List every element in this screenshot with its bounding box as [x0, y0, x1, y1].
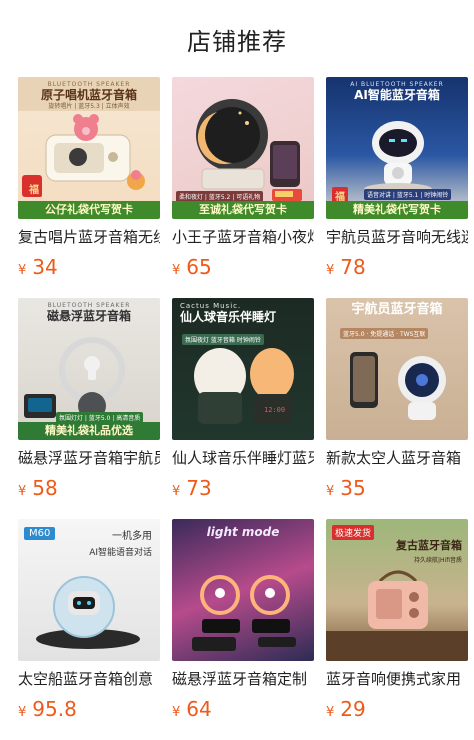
product-price: ¥29: [326, 697, 366, 721]
product-card[interactable]: 极速发货 复古蓝牙音箱 持久续航|Hifi音质 蓝牙音响便携式家用 ¥29: [326, 519, 468, 740]
product-image[interactable]: Cactus Music. 仙人球音乐伴睡灯 氛围夜灯 蓝牙音箱 时钟闹铃 12…: [172, 298, 314, 440]
product-name[interactable]: 磁悬浮蓝牙音箱宇航员: [18, 448, 160, 468]
cactus-lamp-illustration: 12:00: [194, 348, 294, 424]
svg-text:12:00: 12:00: [264, 406, 285, 414]
product-card[interactable]: BLUETOOTH SPEAKER 磁悬浮蓝牙音箱 氛围灯灯 | 蓝牙5.0 |…: [18, 298, 160, 519]
promo-ribbon: 精美礼袋代写贺卡: [326, 201, 468, 219]
product-price: ¥34: [18, 255, 58, 279]
product-name[interactable]: 小王子蓝牙音箱小夜灯: [172, 227, 314, 247]
product-price: ¥73: [172, 476, 212, 500]
product-card[interactable]: Cactus Music. 仙人球音乐伴睡灯 氛围夜灯 蓝牙音箱 时钟闹铃 12…: [172, 298, 314, 519]
product-card[interactable]: light mode 磁悬浮蓝牙音箱定制 ¥64: [172, 519, 314, 740]
product-name[interactable]: 仙人球音乐伴睡灯蓝牙: [172, 448, 314, 468]
product-price: ¥95.8: [18, 697, 77, 721]
fu-badge: 福: [26, 180, 42, 197]
product-card[interactable]: 柔和夜灯 | 蓝牙5.2 | 可语礼物 至诚礼袋代写贺卡 小王子蓝牙音箱小夜灯 …: [172, 77, 314, 298]
product-image[interactable]: BLUETOOTH SPEAKER 原子唱机蓝牙音箱 旋转唱片 | 蓝牙5.3 …: [18, 77, 160, 219]
product-price: ¥35: [326, 476, 366, 500]
product-name[interactable]: 宇航员蓝牙音响无线迷: [326, 227, 468, 247]
retro-speaker-illustration: [326, 570, 468, 661]
product-image[interactable]: 柔和夜灯 | 蓝牙5.2 | 可语礼物 至诚礼袋代写贺卡: [172, 77, 314, 219]
product-card[interactable]: BLUETOOTH SPEAKER 原子唱机蓝牙音箱 旋转唱片 | 蓝牙5.3 …: [18, 77, 160, 298]
product-name[interactable]: 太空船蓝牙音箱创意: [18, 669, 160, 689]
product-image[interactable]: M60 一机多用 AI智能语音对话: [18, 519, 160, 661]
shop-recommend-page: 店铺推荐 BLUETOOTH SPEAKER 原子唱机蓝牙音箱 旋转唱片 | 蓝…: [0, 0, 474, 739]
astronaut-phone-illustration: [350, 352, 446, 420]
product-image[interactable]: 极速发货 复古蓝牙音箱 持久续航|Hifi音质: [326, 519, 468, 661]
spaceship-speaker-illustration: [36, 576, 140, 649]
product-price: ¥64: [172, 697, 212, 721]
product-name[interactable]: 新款太空人蓝牙音箱: [326, 448, 468, 468]
product-image[interactable]: 宇航员蓝牙音箱 蓝牙5.0 · 免提通话 · TWS互联: [326, 298, 468, 440]
product-price: ¥65: [172, 255, 212, 279]
feature-tags: 语音对讲 | 蓝牙5.1 | 时钟闹铃: [364, 189, 452, 200]
product-image[interactable]: AI BLUETOOTH SPEAKER AI智能蓝牙音箱 语音对讲 | 蓝牙5…: [326, 77, 468, 219]
promo-ribbon: 精美礼袋礼品优选: [18, 422, 160, 440]
product-image[interactable]: light mode: [172, 519, 314, 661]
product-grid: BLUETOOTH SPEAKER 原子唱机蓝牙音箱 旋转唱片 | 蓝牙5.3 …: [18, 77, 468, 740]
product-name[interactable]: 复古唱片蓝牙音箱无线: [18, 227, 160, 247]
record-player-illustration: [22, 114, 145, 197]
product-name[interactable]: 磁悬浮蓝牙音箱定制: [172, 669, 314, 689]
product-card[interactable]: M60 一机多用 AI智能语音对话 太空船蓝牙音箱创意 ¥95.8: [18, 519, 160, 740]
product-image[interactable]: BLUETOOTH SPEAKER 磁悬浮蓝牙音箱 氛围灯灯 | 蓝牙5.0 |…: [18, 298, 160, 440]
product-price: ¥58: [18, 476, 58, 500]
product-card[interactable]: AI BLUETOOTH SPEAKER AI智能蓝牙音箱 语音对讲 | 蓝牙5…: [326, 77, 468, 298]
levitation-light-illustration: [192, 575, 296, 651]
page-title: 店铺推荐: [187, 28, 287, 56]
promo-ribbon: 公仔礼袋代写贺卡: [18, 201, 160, 219]
product-price: ¥78: [326, 255, 366, 279]
product-name[interactable]: 蓝牙音响便携式家用: [326, 669, 468, 689]
product-card[interactable]: 宇航员蓝牙音箱 蓝牙5.0 · 免提通话 · TWS互联 新款太空人蓝牙音箱 ¥…: [326, 298, 468, 519]
promo-ribbon: 至诚礼袋代写贺卡: [172, 201, 314, 219]
